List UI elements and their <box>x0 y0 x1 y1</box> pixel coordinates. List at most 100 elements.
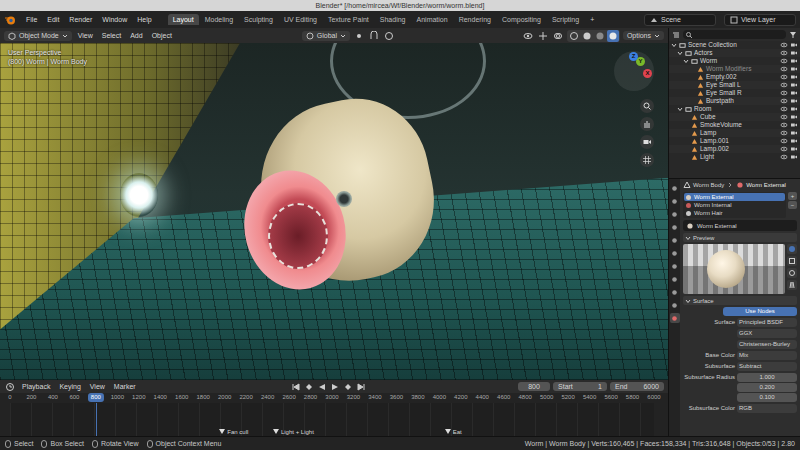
property-dropdown[interactable]: Principled BSDF <box>737 318 797 327</box>
timeline-body[interactable]: 0200400600800100012001400160018002000220… <box>0 393 668 436</box>
render-camera-icon[interactable] <box>790 130 798 136</box>
properties-tab[interactable] <box>670 300 680 310</box>
workspace-tab[interactable]: Sculpting <box>239 14 278 25</box>
outliner-item[interactable]: Lamp.002 <box>669 145 800 153</box>
workspace-tab[interactable]: Compositing <box>497 14 546 25</box>
eye-icon[interactable] <box>780 114 788 120</box>
jump-start-icon[interactable] <box>290 381 302 393</box>
property-dropdown[interactable]: Subtract <box>737 362 797 371</box>
visibility-icon[interactable] <box>522 30 534 42</box>
orientation-dropdown[interactable]: Global <box>302 31 350 41</box>
eye-icon[interactable] <box>780 138 788 144</box>
axis-handle[interactable]: Z <box>629 52 638 61</box>
outliner-item[interactable]: Worm Modifiers <box>669 65 800 73</box>
timeline-editor-icon[interactable] <box>4 381 16 393</box>
rendered-shading-icon[interactable] <box>607 30 619 42</box>
properties-tab[interactable] <box>670 222 680 232</box>
render-camera-icon[interactable] <box>790 98 798 104</box>
vector-component[interactable]: 0.200 <box>737 383 797 392</box>
property-dropdown[interactable]: RGB <box>737 404 797 413</box>
render-camera-icon[interactable] <box>790 122 798 128</box>
timeline-menu[interactable]: Keying <box>56 382 83 391</box>
outliner-item[interactable]: Worm <box>669 57 800 65</box>
overlay-icon[interactable] <box>552 30 564 42</box>
viewport-menu[interactable]: Add <box>127 31 145 40</box>
vector-component[interactable]: 0.100 <box>737 393 797 402</box>
properties-tab[interactable] <box>670 274 680 284</box>
outliner-item[interactable]: Cube <box>669 113 800 121</box>
material-slot[interactable]: Worm Internal <box>684 201 785 209</box>
properties-tab[interactable] <box>670 313 680 323</box>
outliner-item[interactable]: Scene Collection <box>669 41 800 49</box>
render-camera-icon[interactable] <box>790 42 798 48</box>
outliner-search[interactable] <box>683 30 786 39</box>
vector-component[interactable]: 1.000 <box>737 373 797 382</box>
filter-icon[interactable] <box>789 31 797 39</box>
viewport-menu[interactable]: View <box>75 31 96 40</box>
outliner-item[interactable]: Lamp.001 <box>669 137 800 145</box>
properties-tab[interactable] <box>670 235 680 245</box>
outliner-item[interactable]: Actors <box>669 49 800 57</box>
viewport-menu[interactable]: Object <box>149 31 175 40</box>
material-slot[interactable]: Worm External <box>684 193 785 201</box>
use-nodes-button[interactable]: Use Nodes <box>723 307 797 316</box>
outliner-editor-icon[interactable] <box>672 31 680 39</box>
outliner-item[interactable]: Lamp <box>669 129 800 137</box>
workspace-tab[interactable]: Scripting <box>547 14 584 25</box>
render-camera-icon[interactable] <box>790 58 798 64</box>
render-camera-icon[interactable] <box>790 82 798 88</box>
properties-tab[interactable] <box>670 209 680 219</box>
workspace-tab[interactable]: Layout <box>168 14 199 25</box>
options-dropdown[interactable]: Options <box>623 31 664 40</box>
playhead-frame[interactable]: 800 <box>88 393 104 402</box>
render-camera-icon[interactable] <box>790 138 798 144</box>
workspace-tab[interactable]: Texture Paint <box>323 14 374 25</box>
properties-tab[interactable] <box>670 196 680 206</box>
workspace-tab[interactable]: Modeling <box>200 14 238 25</box>
next-keyframe-icon[interactable] <box>342 381 354 393</box>
eye-icon[interactable] <box>780 66 788 72</box>
outliner-item[interactable]: Room <box>669 105 800 113</box>
eye-icon[interactable] <box>780 90 788 96</box>
view-layer-field[interactable]: View Layer <box>724 14 796 26</box>
play-reverse-icon[interactable] <box>316 381 328 393</box>
scene-field[interactable]: Scene <box>644 14 716 26</box>
material-slot[interactable]: Worm Hair <box>684 209 785 217</box>
eye-icon[interactable] <box>780 146 788 152</box>
workspace-tab[interactable]: Shading <box>375 14 411 25</box>
play-icon[interactable] <box>329 381 341 393</box>
menu-item[interactable]: Render <box>65 15 96 24</box>
grid-icon[interactable] <box>640 153 654 167</box>
proportional-icon[interactable] <box>383 30 395 42</box>
camera-icon[interactable] <box>640 135 654 149</box>
preview-panel-header[interactable]: Preview <box>683 233 797 242</box>
render-camera-icon[interactable] <box>790 66 798 72</box>
eye-icon[interactable] <box>780 50 788 56</box>
surface-panel-header[interactable]: Surface <box>683 296 797 305</box>
property-dropdown[interactable]: GGX <box>737 329 797 338</box>
expand-arrow-icon[interactable] <box>671 42 677 48</box>
end-frame-field[interactable]: End6000 <box>610 382 664 391</box>
timeline-marker[interactable]: Eat <box>445 429 462 435</box>
eye-icon[interactable] <box>780 106 788 112</box>
eye-icon[interactable] <box>780 58 788 64</box>
render-camera-icon[interactable] <box>790 114 798 120</box>
timeline-menu[interactable]: Marker <box>111 382 139 391</box>
jump-end-icon[interactable] <box>355 381 367 393</box>
current-frame-field[interactable]: 800 <box>518 382 550 391</box>
previous-keyframe-icon[interactable] <box>303 381 315 393</box>
monkey-preview-icon[interactable] <box>787 268 797 278</box>
timeline-marker[interactable]: Light + Light <box>273 429 314 435</box>
add-workspace-button[interactable]: + <box>585 14 599 25</box>
outliner-item[interactable]: SmokeVolume <box>669 121 800 129</box>
solid-shading-icon[interactable] <box>581 30 593 42</box>
render-camera-icon[interactable] <box>790 146 798 152</box>
render-camera-icon[interactable] <box>790 154 798 160</box>
material-shading-icon[interactable] <box>594 30 606 42</box>
render-camera-icon[interactable] <box>790 90 798 96</box>
mode-dropdown[interactable]: Object Mode <box>4 31 72 41</box>
expand-arrow-icon[interactable] <box>677 106 683 112</box>
eye-icon[interactable] <box>780 74 788 80</box>
blender-logo-icon[interactable] <box>4 14 16 26</box>
outliner-item[interactable]: Light <box>669 153 800 161</box>
